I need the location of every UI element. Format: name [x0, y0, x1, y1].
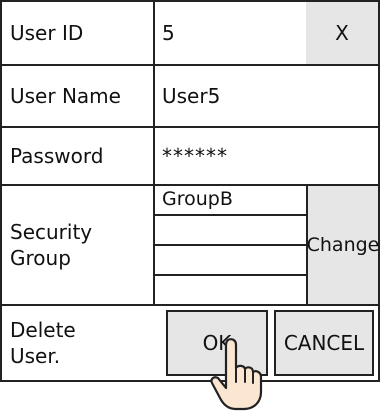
delete-user-label: Delete User.	[10, 306, 76, 380]
cancel-button[interactable]: CANCEL	[274, 310, 374, 376]
group-list-item	[155, 220, 308, 242]
group-list-divider	[155, 274, 308, 276]
user-name-field[interactable]: User5	[162, 66, 220, 126]
user-edit-dialog: User ID 5 X User Name User5 Password ***…	[0, 0, 380, 382]
group-list-item: GroupB	[162, 188, 233, 210]
change-group-button[interactable]: Change	[307, 186, 379, 304]
security-group-label-line2: Group	[10, 246, 71, 270]
group-list-item	[155, 250, 308, 272]
password-label: Password	[10, 144, 104, 168]
group-list-item	[155, 280, 308, 302]
security-group-label-line1: Security	[10, 220, 93, 244]
password-field[interactable]: ******	[162, 128, 228, 184]
group-list-divider	[155, 214, 308, 216]
user-id-value[interactable]: 5	[162, 2, 175, 64]
security-group-label: Security Group	[10, 186, 92, 304]
user-id-label: User ID	[10, 21, 84, 45]
pointing-hand-icon	[210, 338, 263, 411]
group-list-divider	[155, 244, 308, 246]
delete-user-label-line1: Delete	[10, 318, 76, 342]
user-name-label: User Name	[10, 84, 121, 108]
delete-user-label-line2: User.	[10, 344, 61, 368]
close-button[interactable]: X	[306, 2, 378, 64]
